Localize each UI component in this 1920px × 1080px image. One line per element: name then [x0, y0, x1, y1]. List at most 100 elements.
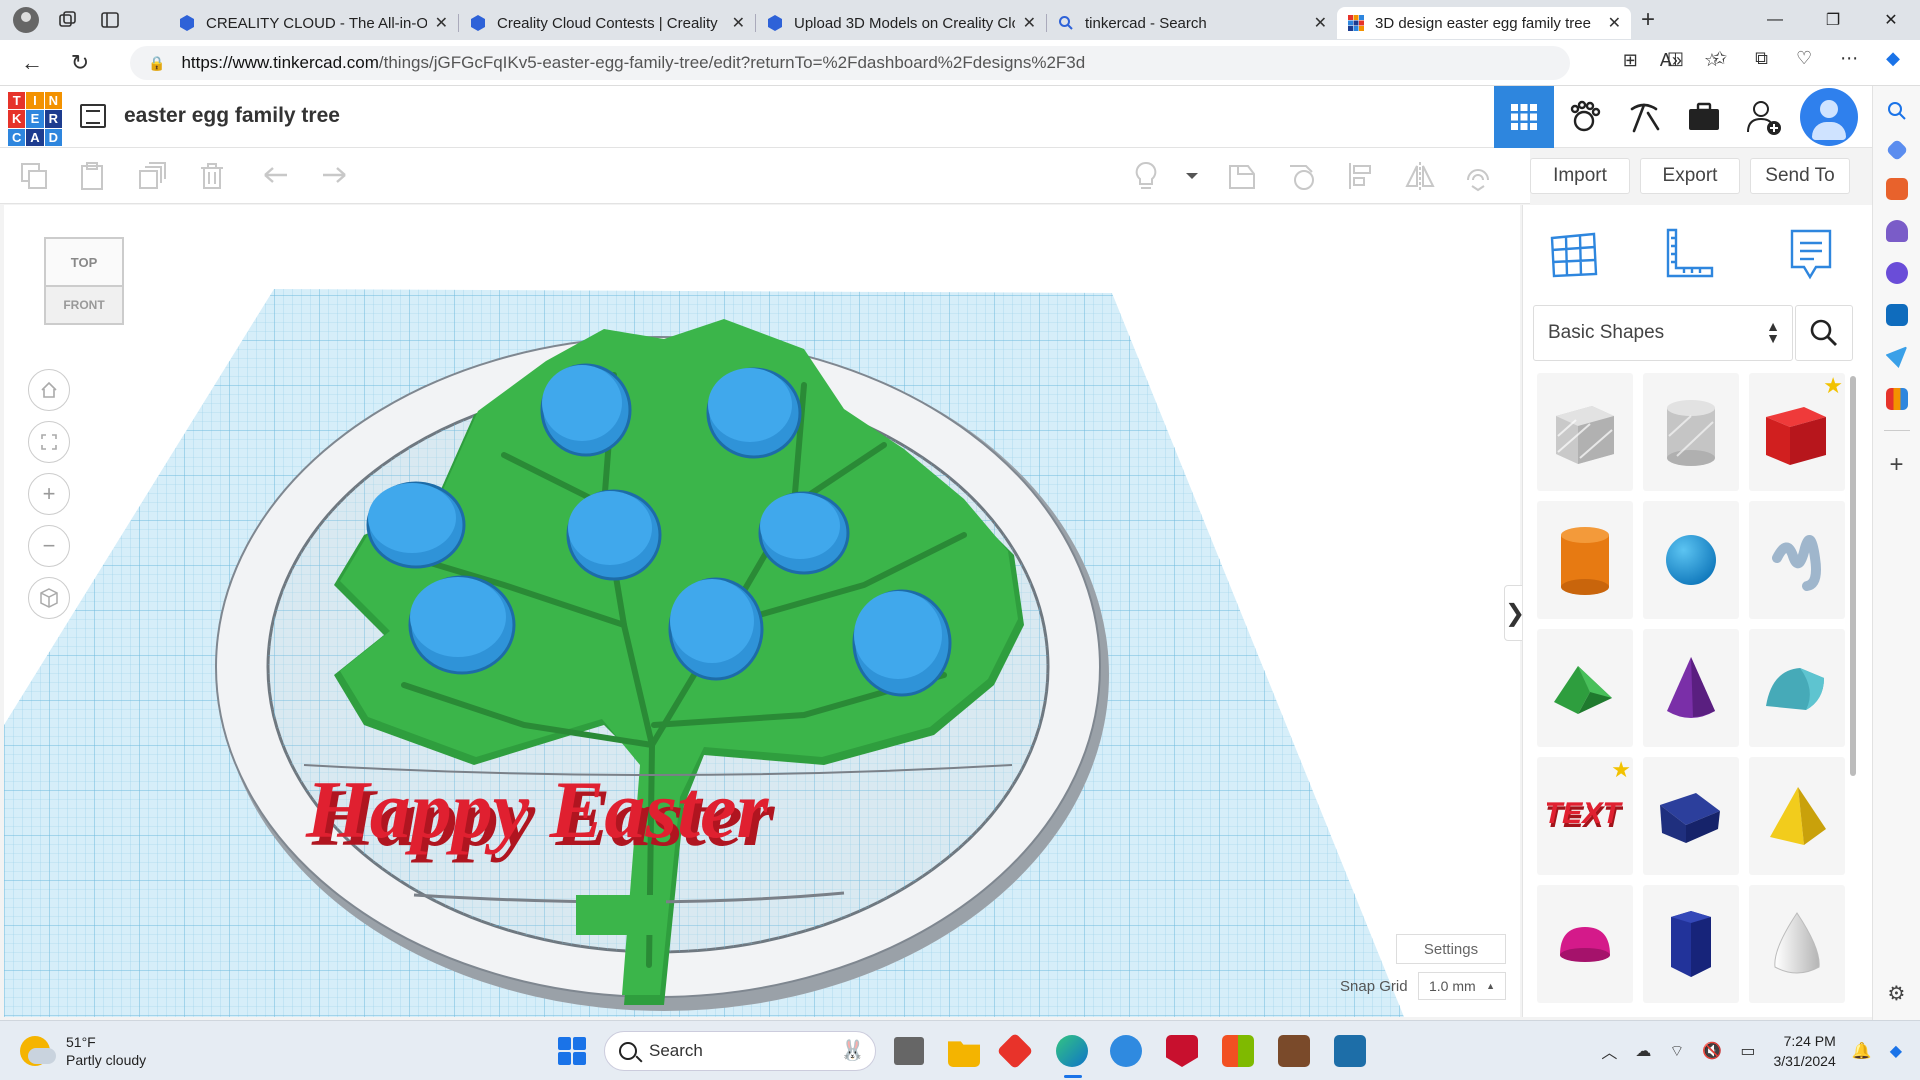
shape-cone[interactable]	[1643, 629, 1739, 747]
projects-briefcase-button[interactable]	[1674, 86, 1734, 148]
design-title[interactable]: easter egg family tree	[124, 104, 340, 128]
shape-polygon[interactable]	[1643, 885, 1739, 1003]
battery-icon[interactable]: ▭	[1740, 1041, 1755, 1061]
microsoft-365-icon[interactable]	[1885, 262, 1908, 284]
shape-text[interactable]: ★ TEXT TEXT	[1537, 757, 1633, 875]
paste-icon[interactable]	[76, 160, 108, 192]
red-app-icon[interactable]	[996, 1032, 1034, 1070]
chevron-down-icon[interactable]	[1176, 160, 1208, 192]
url-input[interactable]: 🔒 https://www.tinkercad.com/things/jGFGc…	[130, 46, 1570, 80]
blocks-view-button[interactable]	[1554, 86, 1614, 148]
snap-grid-select[interactable]: 1.0 mm ▲	[1418, 972, 1506, 1000]
copilot-icon[interactable]: ◆	[1886, 48, 1900, 69]
microsoft-store-icon[interactable]	[1222, 1035, 1254, 1067]
help-app-icon[interactable]	[1110, 1035, 1142, 1067]
shapes-scrollbar[interactable]	[1850, 376, 1856, 776]
copilot-taskbar-icon[interactable]: ◆	[1890, 1041, 1902, 1061]
bricks-view-button[interactable]	[1614, 86, 1674, 148]
refresh-icon[interactable]: ↻	[60, 43, 100, 83]
lightbulb-notes-icon[interactable]	[1130, 160, 1162, 192]
workspaces-icon[interactable]	[54, 6, 82, 34]
new-tab-button[interactable]: +	[1641, 6, 1655, 34]
view-cube[interactable]: TOP FRONT	[44, 237, 126, 329]
notes-tab[interactable]	[1779, 223, 1843, 287]
settings-button[interactable]: Settings	[1396, 934, 1506, 964]
cruise-magnet-icon[interactable]	[1462, 160, 1494, 192]
happy-easter-text-model[interactable]: Happy Easter	[305, 764, 769, 855]
perspective-cube-icon[interactable]	[28, 577, 70, 619]
view-cube-front[interactable]: FRONT	[44, 287, 124, 325]
profile-icon[interactable]	[12, 6, 40, 34]
sidebar-settings-gear-icon[interactable]: ⚙	[1888, 981, 1906, 1006]
fit-view-icon[interactable]	[28, 421, 70, 463]
weather-widget[interactable]: 51°F Partly cloudy	[20, 1033, 146, 1069]
network-status-icon[interactable]: ☁	[1635, 1041, 1651, 1061]
tools-icon[interactable]	[1885, 178, 1908, 200]
back-arrow-icon[interactable]: ←	[12, 43, 52, 83]
close-window-icon[interactable]: ✕	[1862, 0, 1920, 40]
edge-browser-icon[interactable]	[1056, 1035, 1088, 1067]
shape-pyramid[interactable]	[1749, 757, 1845, 875]
shape-box[interactable]: ★	[1749, 373, 1845, 491]
shape-scribble[interactable]	[1749, 501, 1845, 619]
zoom-out-icon[interactable]: −	[28, 525, 70, 567]
export-button[interactable]: Export	[1640, 158, 1740, 194]
show-hidden-icons-chevron[interactable]: ︿	[1601, 1039, 1617, 1063]
wifi-icon[interactable]: ⌔	[1669, 1041, 1684, 1061]
volume-muted-icon[interactable]: 🔇	[1702, 1041, 1722, 1061]
close-tab-icon[interactable]: ✕	[1023, 13, 1036, 33]
shape-half-sphere[interactable]	[1537, 885, 1633, 1003]
restore-icon[interactable]: ❐	[1804, 0, 1862, 40]
3d-design-view-button[interactable]	[1494, 86, 1554, 148]
shape-paraboloid[interactable]	[1749, 885, 1845, 1003]
windows-start-icon[interactable]	[558, 1037, 586, 1065]
close-tab-icon[interactable]: ✕	[1314, 13, 1327, 33]
browser-essentials-icon[interactable]: ♡	[1796, 48, 1812, 69]
outlook-icon[interactable]	[1885, 304, 1908, 326]
tab-actions-icon[interactable]	[96, 6, 124, 34]
game-app-icon[interactable]	[1278, 1035, 1310, 1067]
group-icon[interactable]	[1226, 160, 1258, 192]
favorites-icon[interactable]: ✩	[1712, 48, 1727, 69]
split-screen-icon[interactable]: ◫	[1667, 48, 1684, 69]
shape-roof[interactable]	[1537, 629, 1633, 747]
view-cube-top[interactable]: TOP	[44, 237, 124, 287]
shopping-tag-icon[interactable]	[1885, 138, 1908, 162]
ruler-tab[interactable]	[1657, 223, 1721, 287]
shape-sphere[interactable]	[1643, 501, 1739, 619]
undo-icon[interactable]	[260, 160, 292, 192]
collections-icon[interactable]: ⧉	[1755, 48, 1768, 69]
delete-trash-icon[interactable]	[196, 160, 228, 192]
creality-print-icon[interactable]	[1334, 1035, 1366, 1067]
tinkercad-sidebar-icon[interactable]	[1885, 388, 1908, 410]
close-tab-icon[interactable]: ✕	[1608, 13, 1621, 33]
align-icon[interactable]	[1346, 160, 1378, 192]
close-tab-icon[interactable]: ✕	[732, 13, 745, 33]
duplicate-icon[interactable]	[136, 160, 168, 192]
shape-category-select[interactable]: Basic Shapes ▲ ▼	[1533, 305, 1793, 361]
invite-user-button[interactable]	[1734, 86, 1794, 148]
zoom-in-icon[interactable]: +	[28, 473, 70, 515]
copy-icon[interactable]	[18, 160, 50, 192]
shape-search-button[interactable]	[1795, 305, 1853, 361]
shape-box-striped[interactable]	[1537, 373, 1633, 491]
search-icon[interactable]	[1886, 100, 1908, 122]
mirror-icon[interactable]	[1404, 160, 1436, 192]
send-to-button[interactable]: Send To	[1750, 158, 1850, 194]
import-button[interactable]: Import	[1530, 158, 1630, 194]
close-tab-icon[interactable]: ✕	[435, 13, 448, 33]
shape-round-roof[interactable]	[1749, 629, 1845, 747]
redo-icon[interactable]	[318, 160, 350, 192]
tinkercad-logo[interactable]: T I N K E R C A D	[8, 92, 62, 146]
games-icon[interactable]	[1885, 220, 1908, 242]
workplane-grid-tab[interactable]	[1543, 223, 1607, 287]
tab-creality-contests[interactable]: Creality Cloud Contests | Creality ✕	[459, 7, 755, 39]
more-menu-icon[interactable]: ⋯	[1840, 48, 1858, 69]
3d-viewport[interactable]: Happy Easter Happy Easter TOP FRONT + −	[4, 205, 1520, 1017]
send-icon[interactable]	[1885, 346, 1908, 368]
ungroup-icon[interactable]	[1286, 160, 1318, 192]
taskbar-search-box[interactable]: Search 🐰	[604, 1031, 876, 1071]
notification-bell-icon[interactable]: 🔔	[1852, 1041, 1872, 1061]
tab-tinkercad-design[interactable]: 3D design easter egg family tree ✕	[1337, 7, 1631, 39]
file-explorer-icon[interactable]	[948, 1041, 980, 1067]
